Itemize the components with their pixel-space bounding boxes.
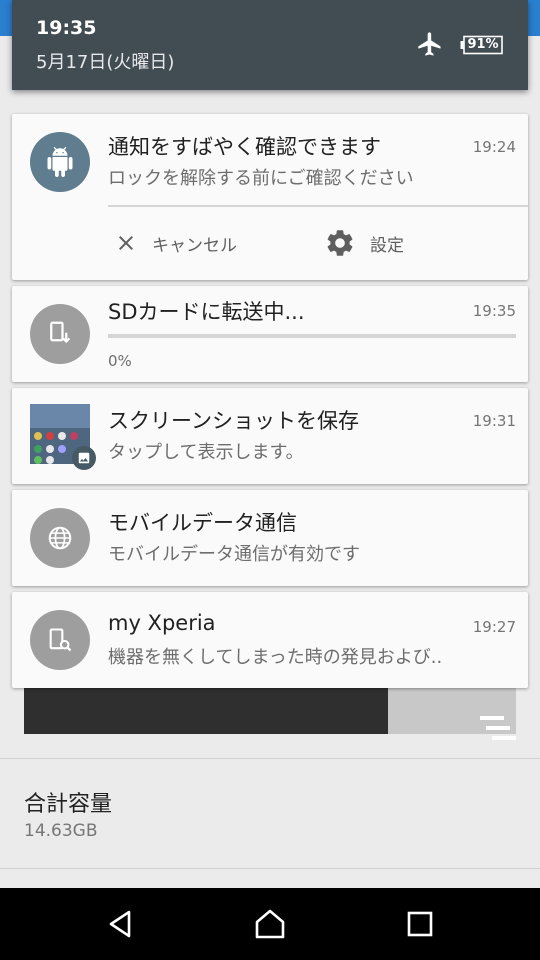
clock-date: 5月17日(火曜日) bbox=[36, 52, 175, 73]
battery-level: 91% bbox=[467, 37, 499, 52]
settings-button[interactable]: 設定 bbox=[324, 223, 404, 263]
recent-apps-icon bbox=[407, 911, 433, 937]
gear-icon bbox=[327, 230, 353, 256]
recent-apps-button[interactable] bbox=[400, 906, 440, 942]
notification-mobile-data[interactable]: モバイルデータ通信 モバイルデータ通信が有効です bbox=[12, 490, 528, 586]
notification-title: スクリーンショットを保存 bbox=[108, 409, 359, 433]
close-icon bbox=[119, 236, 133, 250]
home-button[interactable] bbox=[250, 906, 290, 942]
sd-transfer-icon bbox=[30, 304, 90, 364]
notification-time: 19:31 bbox=[472, 412, 516, 430]
notification-title: 通知をすばやく確認できます bbox=[108, 135, 381, 159]
image-icon bbox=[72, 446, 96, 470]
android-icon bbox=[30, 132, 90, 192]
notification-title: SDカードに転送中... bbox=[108, 300, 305, 324]
notification-title: my Xperia bbox=[108, 611, 216, 635]
notification-text: タップして表示します。 bbox=[108, 442, 304, 463]
cancel-button[interactable]: キャンセル bbox=[114, 223, 237, 263]
divider bbox=[108, 205, 528, 207]
transfer-progress-bar bbox=[108, 334, 516, 338]
notification-sd-transfer[interactable]: SDカードに転送中... 19:35 0% bbox=[12, 286, 528, 382]
divider bbox=[0, 868, 540, 869]
notification-my-xperia[interactable]: my Xperia 19:27 機器を無くしてしまった時の発見および.. bbox=[12, 592, 528, 688]
home-icon bbox=[255, 909, 285, 939]
notification-android-tip[interactable]: 通知をすばやく確認できます 19:24 ロックを解除する前にご確認ください キャ… bbox=[12, 114, 528, 280]
clock-time: 19:35 bbox=[36, 17, 97, 39]
menu-list-icon[interactable] bbox=[476, 712, 516, 744]
notification-shade-header[interactable]: 19:35 5月17日(火曜日) 91% bbox=[12, 0, 528, 90]
settings-label: 設定 bbox=[370, 235, 404, 256]
total-capacity-value: 14.63GB bbox=[24, 821, 98, 841]
back-icon bbox=[109, 910, 131, 938]
notification-time: 19:35 bbox=[472, 302, 516, 320]
globe-icon bbox=[30, 508, 90, 568]
navigation-bar bbox=[0, 888, 540, 960]
airplane-mode-icon bbox=[418, 32, 441, 56]
divider bbox=[0, 758, 540, 759]
notification-time: 19:27 bbox=[472, 618, 516, 636]
back-button[interactable] bbox=[100, 906, 140, 942]
notification-title: モバイルデータ通信 bbox=[108, 511, 297, 535]
total-capacity-label: 合計容量 bbox=[24, 792, 113, 817]
notification-text: モバイルデータ通信が有効です bbox=[108, 544, 360, 565]
transfer-progress-text: 0% bbox=[108, 352, 132, 370]
notification-text: 機器を無くしてしまった時の発見および.. bbox=[108, 647, 443, 668]
notification-screenshot-saved[interactable]: スクリーンショットを保存 19:31 タップして表示します。 bbox=[12, 388, 528, 484]
find-device-icon bbox=[30, 610, 90, 670]
notification-time: 19:24 bbox=[472, 138, 516, 156]
cancel-label: キャンセル bbox=[152, 235, 237, 256]
notification-text: ロックを解除する前にご確認ください bbox=[108, 168, 414, 189]
